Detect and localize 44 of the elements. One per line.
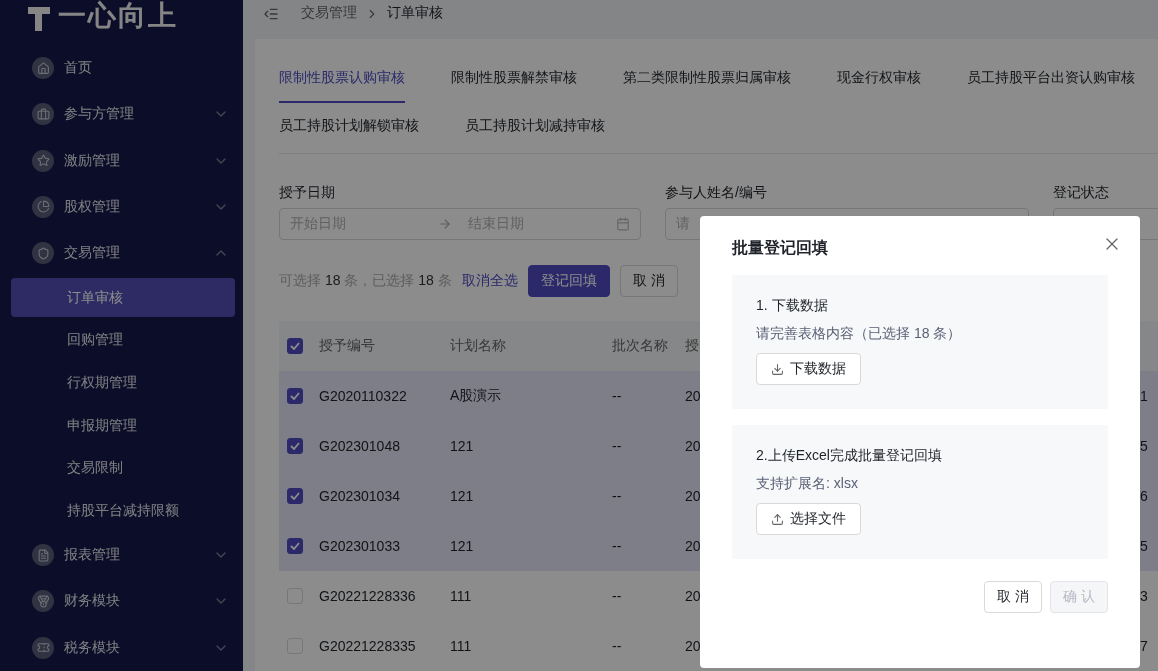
table-cell-text: 121 (450, 538, 475, 554)
table-cell: 20 (685, 538, 701, 554)
table-cell-text: -- (612, 438, 623, 454)
table-cell-text: 5 (1140, 538, 1149, 554)
column-header: 计划名称 (450, 337, 507, 355)
table-cell-text: 3 (1140, 588, 1149, 604)
table-cell-text: A股演示 (450, 387, 503, 405)
table-cell-text: -- (612, 388, 623, 404)
table-cell-text: 111 (450, 638, 473, 654)
table-cell-text: -- (612, 638, 623, 654)
table-cell: 20 (685, 488, 701, 504)
column-header: 批次名称 (612, 337, 669, 355)
table-cell-text: G202301048 (319, 438, 401, 454)
column-header: 授 (685, 337, 700, 355)
step-hint: 请完善表格内容（已选择 18 条） (756, 325, 962, 343)
table-cell-text: G202301033 (319, 538, 401, 554)
step-heading: 1. 下载数据 (756, 297, 828, 315)
table-cell: 20 (685, 388, 701, 404)
field-label: 参与人姓名/编号 (665, 184, 768, 202)
table-cell-text: -- (612, 538, 623, 554)
field-label: 授予日期 (279, 184, 336, 202)
table-cell-text: 7 (1140, 638, 1149, 654)
table-cell-text: -- (612, 488, 623, 504)
table-cell-text: G20221228336 (319, 588, 417, 604)
field-label: 登记状态 (1053, 184, 1110, 202)
table-cell-text: 121 (450, 438, 475, 454)
column-header: 授予编号 (319, 337, 376, 355)
dialog-title: 批量登记回填 (732, 238, 829, 258)
table-cell-text: 5 (1140, 438, 1149, 454)
table-cell: 20 (685, 438, 701, 454)
table-cell: 20 (685, 588, 701, 604)
breadcrumb-item: 订单审核 (387, 4, 443, 22)
table-cell-text: 111 (450, 588, 473, 604)
table-cell-text: -- (612, 588, 623, 604)
table-cell-text: 121 (450, 488, 475, 504)
logo-text: 一心向上 (58, 0, 178, 31)
step-heading: 2.上传Excel完成批量登记回填 (756, 447, 942, 465)
table-cell-text: 6 (1140, 488, 1149, 504)
table-cell-text: G202301034 (319, 488, 401, 504)
step-hint: 支持扩展名: xlsx (756, 475, 858, 493)
table-cell-text: G20221228335 (319, 638, 417, 654)
table-cell-text: 1 (1140, 388, 1149, 404)
table-cell: 20 (685, 638, 701, 654)
table-cell-text: G2020110322 (319, 388, 408, 404)
